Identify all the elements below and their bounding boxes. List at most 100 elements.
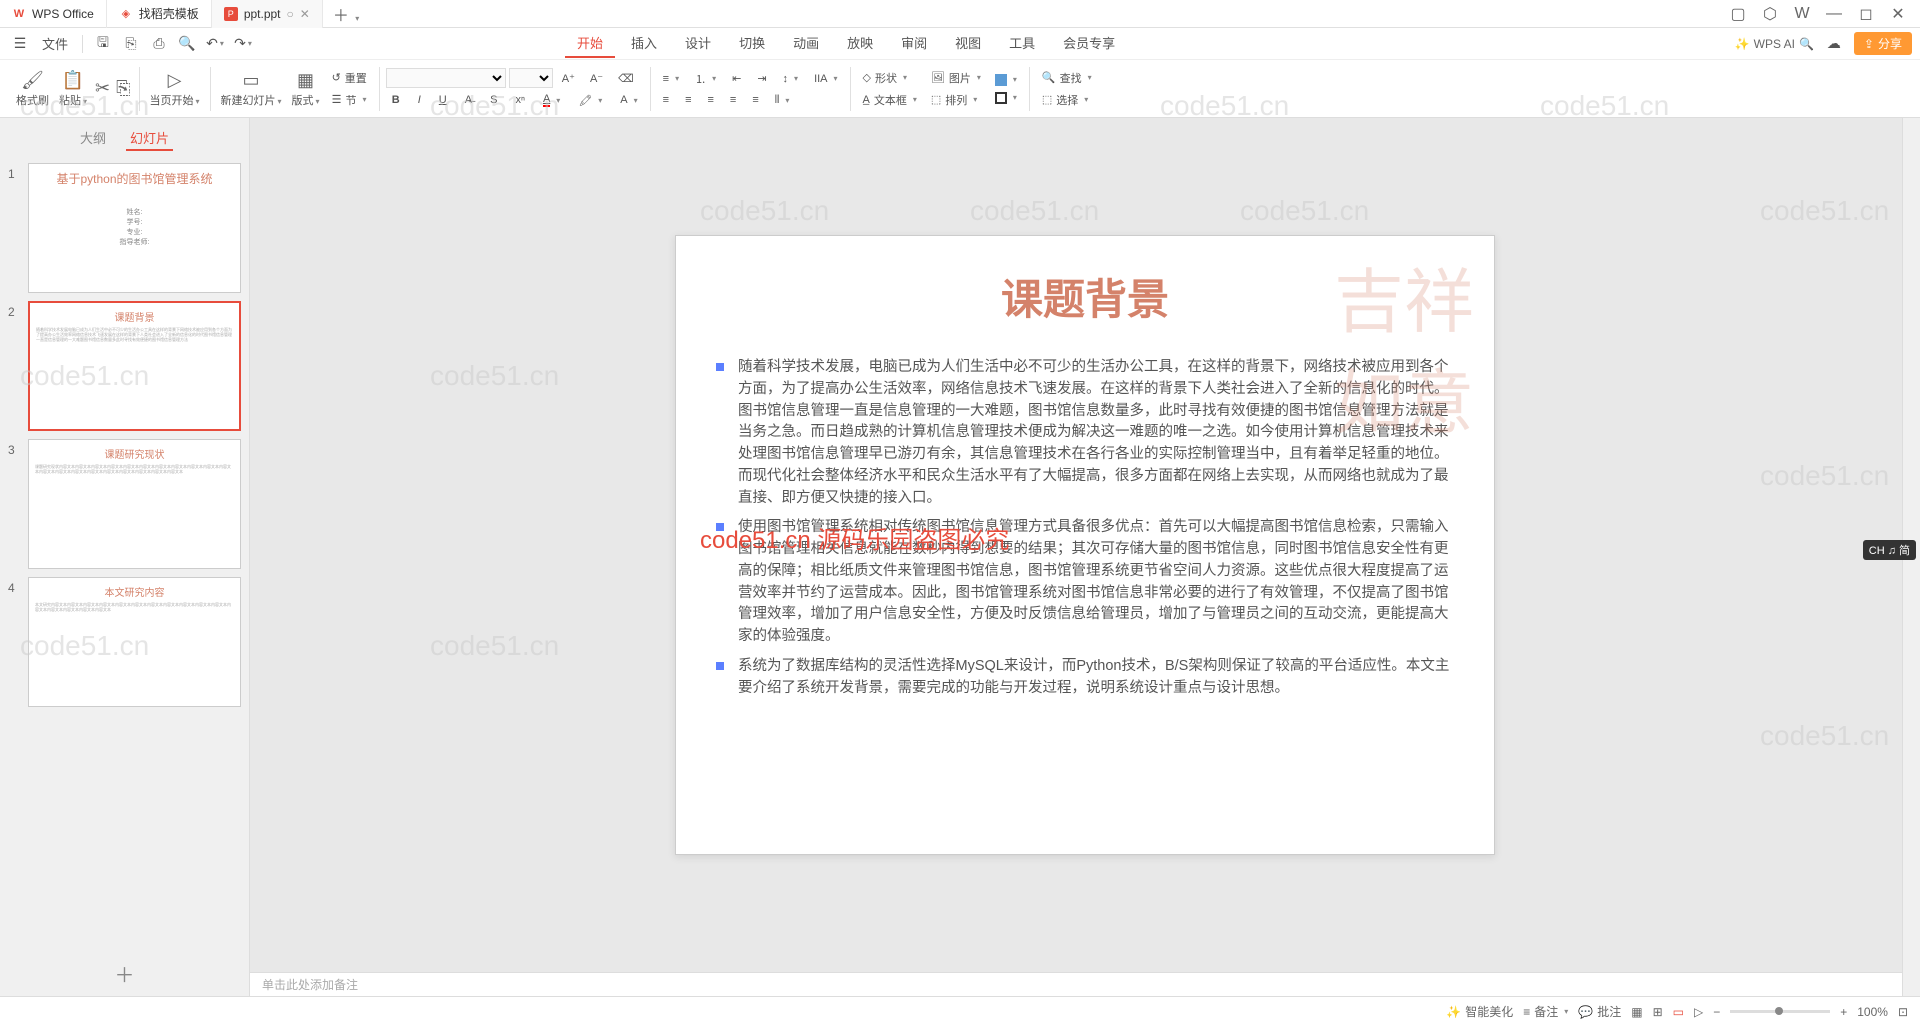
window-icon[interactable]: ▢ (1724, 2, 1752, 26)
shape-button[interactable]: ◇形状▾ (857, 68, 923, 88)
fit-icon[interactable]: ⊡ (1898, 1005, 1908, 1019)
current-slide[interactable]: 吉祥如意 课题背景 随着科学技术发展，电脑已成为人们生活中必不可少的生活办公工具… (675, 235, 1495, 855)
close-window-icon[interactable]: ✕ (1884, 2, 1912, 26)
zoom-in-icon[interactable]: + (1840, 1005, 1847, 1019)
menu-tools[interactable]: 工具 (997, 29, 1047, 58)
preview-icon[interactable]: 🔍 (175, 32, 199, 56)
copy-button[interactable]: ⎘ (114, 78, 132, 100)
underline-icon[interactable]: U (433, 91, 453, 109)
textbox-button[interactable]: A̲文本框▾ (857, 90, 923, 110)
menu-insert[interactable]: 插入 (619, 29, 669, 58)
align-center-icon[interactable]: ≡ (679, 92, 697, 109)
align-justify-icon[interactable]: ≡ (724, 92, 742, 109)
comments-button[interactable]: 💬批注 (1578, 1003, 1621, 1020)
cloud-icon[interactable]: ☁ (1822, 32, 1846, 56)
minimize-icon[interactable]: — (1820, 2, 1848, 26)
select-button[interactable]: ⬚选择▾ (1036, 90, 1098, 110)
bullets-icon[interactable]: ≡▾ (657, 69, 685, 89)
font-family-select[interactable] (386, 68, 506, 88)
italic-icon[interactable]: I (412, 91, 427, 109)
cube-icon[interactable]: ⬡ (1756, 2, 1784, 26)
tab-template[interactable]: ◈ 找稻壳模板 (107, 0, 212, 28)
text-direction-icon[interactable]: IIA▾ (808, 69, 843, 89)
wps-icon[interactable]: W (1788, 2, 1816, 26)
cut-button[interactable]: ✂ (93, 78, 112, 100)
clear-format-icon[interactable]: ⌫ (612, 68, 640, 88)
zoom-level[interactable]: 100% (1857, 1005, 1888, 1019)
strikethrough-icon[interactable]: A̶ (459, 91, 478, 109)
indent-left-icon[interactable]: ⇤ (726, 69, 747, 89)
superscript-icon[interactable]: xⁿ (509, 91, 531, 109)
font-color-icon[interactable]: A▾ (537, 91, 566, 109)
slides-list[interactable]: 1 基于python的图书馆管理系统 姓名: 学号: 专业: 指导老师: 2 课… (0, 159, 249, 951)
save-icon[interactable]: 🖫 (91, 32, 115, 56)
outline-button[interactable]: ▾ (989, 90, 1023, 106)
menu-animation[interactable]: 动画 (781, 29, 831, 58)
menu-member[interactable]: 会员专享 (1051, 29, 1127, 58)
undo-icon[interactable]: ↶▾ (203, 32, 227, 56)
zoom-out-icon[interactable]: − (1713, 1005, 1720, 1019)
file-menu[interactable]: 文件 (36, 34, 74, 53)
smart-beautify-button[interactable]: ✨智能美化 (1446, 1003, 1513, 1020)
redo-icon[interactable]: ↷▾ (231, 32, 255, 56)
format-brush-button[interactable]: 🖌 格式刷 (12, 68, 53, 110)
add-tab-button[interactable]: ＋ ▾ (323, 2, 369, 26)
font-advanced-icon[interactable]: A▾ (614, 91, 643, 109)
paste-button[interactable]: 📋 粘贴▾ (55, 68, 91, 110)
indent-right-icon[interactable]: ⇥ (751, 69, 772, 89)
section-button[interactable]: ☰节▾ (326, 90, 373, 110)
slide-thumbnail[interactable]: 2 课题背景 随着科学技术发展电脑已成为人们生活中必不可少的生活办公工具在这样的… (8, 301, 241, 431)
menu-view[interactable]: 视图 (943, 29, 993, 58)
fill-button[interactable]: ▾ (989, 72, 1023, 88)
menu-slideshow[interactable]: 放映 (835, 29, 885, 58)
columns-icon[interactable]: ⫴▾ (769, 92, 796, 109)
align-left-icon[interactable]: ≡ (657, 92, 675, 109)
hamburger-icon[interactable]: ☰ (8, 32, 32, 56)
ime-badge: CH ♫ 简 (1863, 540, 1916, 560)
menu-design[interactable]: 设计 (673, 29, 723, 58)
highlight-icon[interactable]: 🖍▾ (572, 91, 608, 109)
decrease-font-icon[interactable]: A⁻ (584, 68, 609, 88)
close-icon[interactable]: ✕ (300, 7, 310, 21)
export-icon[interactable]: ⎘ (119, 32, 143, 56)
notes-bar[interactable]: 单击此处添加备注 (250, 972, 1920, 996)
find-button[interactable]: 🔍查找▾ (1036, 68, 1098, 88)
bold-icon[interactable]: B (386, 91, 406, 109)
align-dist-icon[interactable]: ≡ (746, 92, 764, 109)
picture-button[interactable]: 🖼图片▾ (925, 68, 987, 88)
line-spacing-icon[interactable]: ↕▾ (777, 69, 805, 89)
tab-wps-office[interactable]: W WPS Office (0, 0, 107, 28)
slides-tab[interactable]: 幻灯片 (126, 126, 173, 151)
tab-ppt[interactable]: P ppt.ppt ○ ✕ (212, 0, 323, 28)
view-reading-icon[interactable]: ▭ (1673, 1005, 1684, 1019)
new-slide-button[interactable]: ▭ 新建幻灯片▾ (217, 68, 286, 110)
zoom-slider[interactable] (1730, 1010, 1830, 1013)
slide-thumbnail[interactable]: 3 课题研究现状 课题研究现状内容文本内容文本内容文本内容文本内容文本内容文本内… (8, 439, 241, 569)
tab-options-icon[interactable]: ○ (287, 7, 294, 21)
reset-button[interactable]: ↺重置 (326, 68, 373, 88)
notes-button[interactable]: ≡备注▾ (1523, 1003, 1568, 1020)
slide-canvas[interactable]: 吉祥如意 课题背景 随着科学技术发展，电脑已成为人们生活中必不可少的生活办公工具… (250, 118, 1920, 972)
view-normal-icon[interactable]: ▦ (1631, 1005, 1642, 1019)
arrange-button[interactable]: ⬚排列▾ (925, 90, 987, 110)
numbering-icon[interactable]: ⒈▾ (689, 69, 722, 89)
outline-tab[interactable]: 大纲 (76, 126, 110, 151)
slide-thumbnail[interactable]: 1 基于python的图书馆管理系统 姓名: 学号: 专业: 指导老师: (8, 163, 241, 293)
wps-ai-button[interactable]: ✨ WPS AI 🔍 (1735, 37, 1814, 51)
print-icon[interactable]: ⎙ (147, 32, 171, 56)
increase-font-icon[interactable]: A⁺ (556, 68, 581, 88)
add-slide-button[interactable]: ＋ (0, 951, 249, 996)
menu-transition[interactable]: 切换 (727, 29, 777, 58)
share-button[interactable]: ⇪ 分享 (1854, 32, 1912, 55)
slide-thumbnail[interactable]: 4 本文研究内容 本文研究内容文本内容文本内容文本内容文本内容文本内容文本内容文… (8, 577, 241, 707)
view-sorter-icon[interactable]: ⊞ (1653, 1005, 1663, 1019)
font-size-select[interactable] (509, 68, 553, 88)
layout-button[interactable]: ▦ 版式▾ (288, 68, 324, 110)
align-right-icon[interactable]: ≡ (702, 92, 720, 109)
start-page-button[interactable]: ▷ 当页开始▾ (146, 68, 204, 110)
maximize-icon[interactable]: ◻ (1852, 2, 1880, 26)
strike-icon[interactable]: S (484, 91, 503, 109)
view-slideshow-icon[interactable]: ▷ (1694, 1005, 1703, 1019)
menu-review[interactable]: 审阅 (889, 29, 939, 58)
menu-start[interactable]: 开始 (565, 29, 615, 58)
